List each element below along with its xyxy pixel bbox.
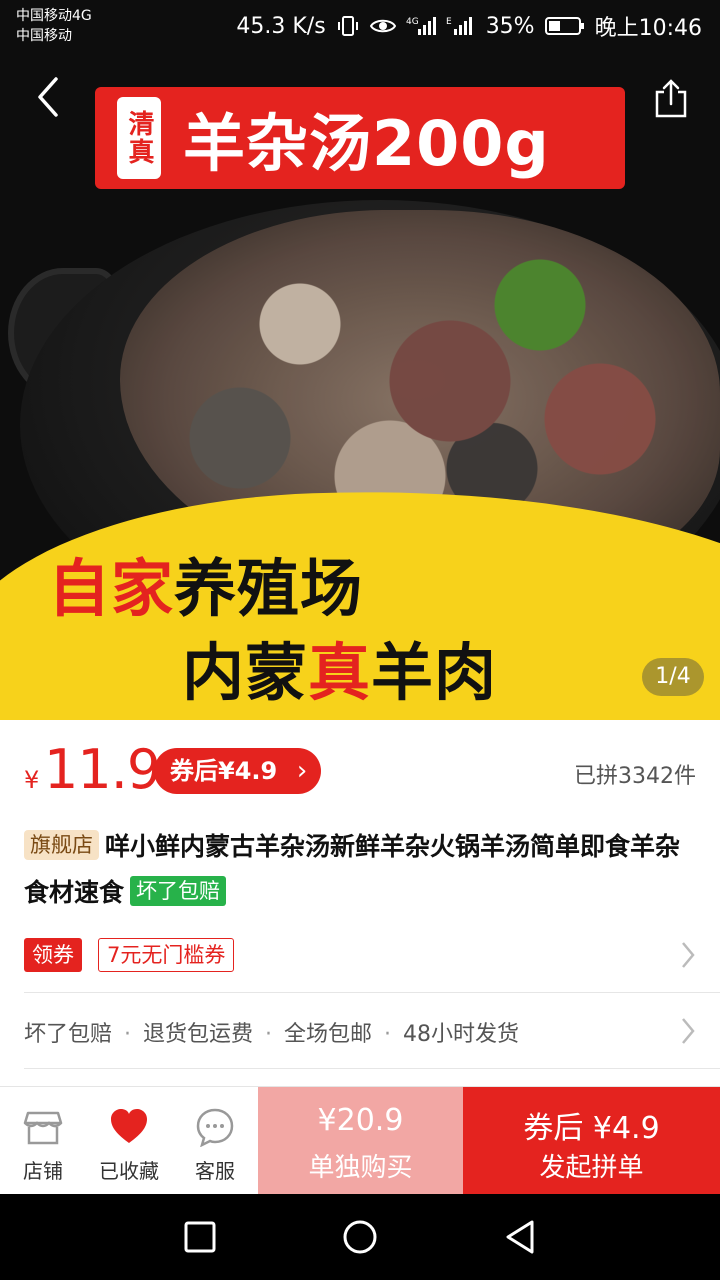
store-icon: [23, 1111, 63, 1145]
slogan-text: 养殖场: [174, 552, 364, 625]
network-speed: 45.3 K/s: [236, 13, 326, 39]
favorite-button[interactable]: 已收藏: [86, 1087, 172, 1195]
chevron-right-icon: [682, 1018, 695, 1044]
nav-back-icon[interactable]: [500, 1217, 540, 1257]
group-buy-price: 券后 ¥4.9: [523, 1111, 660, 1146]
price-row: ¥ 11.9 券后¥4.9 › 已拼3342件: [0, 720, 720, 820]
customer-service-label: 客服: [195, 1159, 235, 1183]
buy-alone-price: ¥20.9: [317, 1103, 404, 1138]
start-group-buy-button[interactable]: 券后 ¥4.9 发起拼单: [463, 1087, 720, 1195]
battery-icon: [544, 17, 584, 35]
slogan-text: 羊肉: [371, 636, 498, 709]
system-navigation-bar: [0, 1194, 720, 1280]
chevron-right-icon: ›: [296, 756, 308, 786]
group-buy-label: 发起拼单: [539, 1153, 644, 1183]
service-separator: ·: [124, 1022, 132, 1047]
service-item: 48小时发货: [403, 1022, 520, 1047]
bottom-action-bar: 店铺 已收藏 客服 ¥20.9 单独购买 券后 ¥4.9 发起拼单: [0, 1086, 720, 1195]
slogan-line-2: 内蒙真羊肉: [182, 622, 497, 712]
service-item: 全场包邮: [284, 1022, 373, 1047]
battery-percent: 35%: [485, 13, 535, 39]
divider: [24, 992, 720, 993]
product-info: ¥ 11.9 券后¥4.9 › 已拼3342件 旗舰店 咩小鲜内蒙古羊杂汤新鲜羊杂…: [0, 720, 720, 1069]
guarantee-tag: 坏了包赔: [130, 876, 227, 906]
slogan-line-1: 自家养殖场: [48, 538, 363, 628]
heart-icon: [111, 1109, 147, 1143]
get-coupon-label: 领券: [24, 938, 82, 972]
signal-icon: E: [446, 17, 472, 35]
back-icon[interactable]: [30, 75, 70, 119]
carrier-line-1: 中国移动4G: [16, 8, 92, 24]
sold-count: 已拼3342件: [574, 764, 696, 789]
service-separator: ·: [384, 1022, 392, 1047]
service-list: 坏了包赔 · 退货包运费 · 全场包邮 · 48小时发货: [24, 1016, 519, 1048]
service-item: 退货包运费: [143, 1022, 254, 1047]
service-row[interactable]: 坏了包赔 · 退货包运费 · 全场包邮 · 48小时发货: [0, 996, 720, 1066]
chevron-right-icon: [682, 942, 695, 968]
slogan-highlight: 真: [308, 636, 372, 709]
coupon-row[interactable]: 领券 7元无门槛券: [0, 934, 720, 990]
carrier-info: 中国移动4G 中国移动: [16, 6, 92, 46]
image-title-text: 羊杂汤200g: [183, 107, 550, 180]
customer-service-button[interactable]: 客服: [172, 1087, 258, 1195]
shop-label: 店铺: [23, 1159, 63, 1183]
signal-4g-icon: 4G: [406, 17, 436, 35]
product-image-carousel[interactable]: 清真 羊杂汤200g 自家养殖场 内蒙真羊肉 1/4: [0, 0, 720, 720]
nav-square-icon[interactable]: [180, 1217, 220, 1257]
coupon-price-label: 券后¥4.9: [170, 757, 278, 785]
vibrate-icon: [337, 16, 358, 36]
shop-button[interactable]: 店铺: [0, 1087, 86, 1195]
price: 11.9: [44, 738, 161, 801]
clock: 晚上10:46: [594, 16, 702, 41]
buy-alone-button[interactable]: ¥20.9 单独购买: [258, 1087, 463, 1195]
coupon-chip: 7元无门槛券: [98, 938, 235, 972]
slogan-highlight: 自家: [48, 552, 175, 625]
share-icon[interactable]: [654, 78, 688, 118]
chat-icon: [196, 1108, 234, 1147]
flagship-store-tag: 旗舰店: [24, 830, 99, 860]
carousel-page-indicator: 1/4: [642, 658, 704, 696]
divider: [24, 1068, 720, 1069]
svg-text:4G: 4G: [406, 17, 419, 27]
buy-alone-label: 单独购买: [308, 1153, 413, 1183]
slogan-text: 内蒙: [182, 636, 309, 709]
coupon-price-button[interactable]: 券后¥4.9 ›: [154, 748, 322, 794]
system-indicators: 45.3 K/s 4G E 35% 晚上10:46: [236, 10, 702, 42]
image-title-banner: 清真 羊杂汤200g: [95, 87, 625, 189]
status-bar: 中国移动4G 中国移动 45.3 K/s 4G E 35% 晚上10:46: [0, 0, 720, 50]
favorite-label: 已收藏: [99, 1159, 159, 1183]
service-separator: ·: [265, 1022, 273, 1047]
product-title-text: 咩小鲜内蒙古羊杂汤新鲜羊杂火锅羊汤简单即食羊杂食材速食: [24, 832, 681, 907]
halal-badge: 清真: [117, 97, 161, 179]
service-item: 坏了包赔: [24, 1022, 113, 1047]
nav-circle-icon[interactable]: [340, 1217, 380, 1257]
svg-text:E: E: [446, 17, 452, 27]
eye-icon: [369, 19, 396, 33]
price-currency: ¥: [24, 766, 40, 794]
carrier-line-2: 中国移动: [16, 28, 72, 44]
product-title: 旗舰店 咩小鲜内蒙古羊杂汤新鲜羊杂火锅羊汤简单即食羊杂食材速食 坏了包赔: [24, 824, 696, 916]
